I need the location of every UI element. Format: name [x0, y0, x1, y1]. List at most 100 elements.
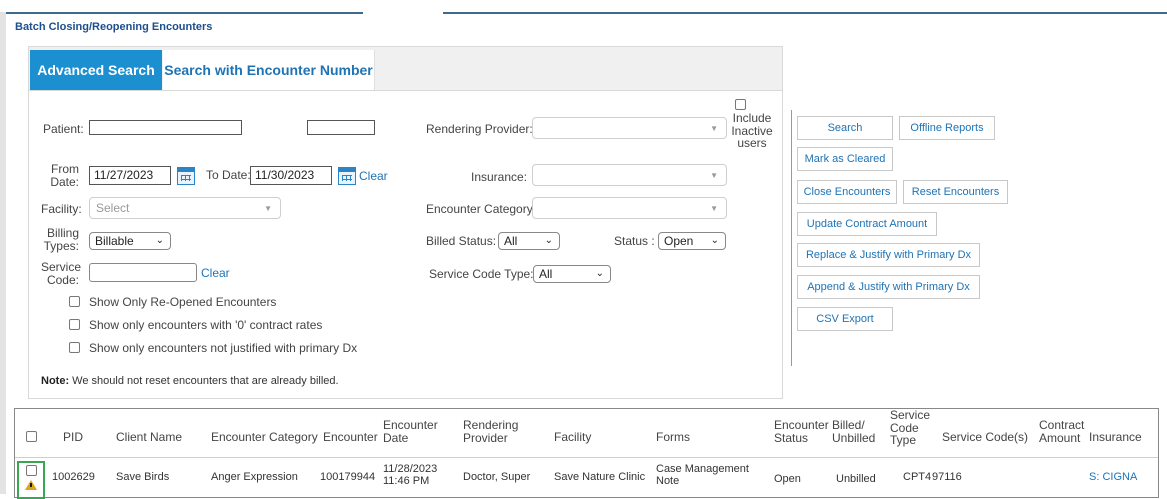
include-inactive-label: Include Inactive users [731, 111, 773, 151]
cell-encounter-date: 11/28/2023 11:46 PM [383, 463, 438, 488]
billed-status-value: All [504, 234, 518, 248]
insurance-label: Insurance: [471, 170, 528, 184]
facility-select[interactable]: Select ▼ [89, 197, 281, 219]
left-edge [0, 12, 6, 494]
reopened-only-label: Show Only Re-Opened Encounters [89, 295, 277, 309]
cell-pid: 1002629 [52, 471, 95, 483]
actions-divider [791, 110, 792, 366]
cell-facility: Save Nature Clinic [554, 471, 646, 483]
patient-id-input[interactable] [307, 120, 375, 135]
note-text: Note: We should not reset encounters tha… [41, 375, 339, 387]
cell-client-name[interactable]: Save Birds [116, 471, 169, 483]
cell-billed-unbilled: Unbilled [836, 473, 876, 485]
include-inactive-checkbox[interactable] [735, 99, 746, 110]
insurance-name: CIGNA [1099, 471, 1138, 483]
to-date-calendar-icon[interactable] [338, 167, 356, 185]
col-contract-amount[interactable]: Contract Amount [1039, 419, 1087, 444]
chevron-down-icon: ⌄ [710, 235, 719, 246]
col-rendering-provider[interactable]: Rendering Provider [463, 419, 523, 444]
note-body: We should not reset encounters that are … [69, 375, 339, 387]
billing-types-label: Billing Types: [43, 226, 79, 254]
col-encounter-category[interactable]: Encounter Category [211, 431, 318, 444]
reopened-only-checkbox[interactable] [69, 296, 80, 307]
replace-justify-button[interactable]: Replace & Justify with Primary Dx [797, 243, 980, 267]
service-code-type-label: Service Code Type: [429, 267, 534, 281]
top-divider-gap [363, 10, 443, 16]
cell-rendering-provider: Doctor, Super [463, 471, 531, 483]
patient-label: Patient: [43, 122, 84, 136]
facility-placeholder: Select [96, 201, 130, 215]
from-date-label: From Date: [50, 162, 79, 190]
col-encounter-status[interactable]: Encounter Status [774, 419, 832, 444]
col-billed-unbilled[interactable]: Billed/ Unbilled [832, 419, 878, 444]
cell-encounter[interactable]: 100179944 [320, 471, 375, 483]
append-justify-button[interactable]: Append & Justify with Primary Dx [797, 275, 980, 299]
col-facility[interactable]: Facility [554, 431, 591, 444]
service-code-type-select[interactable]: All ⌄ [533, 265, 611, 283]
insurance-prefix: S: [1089, 471, 1100, 483]
mark-as-cleared-button[interactable]: Mark as Cleared [797, 147, 893, 171]
search-tabs: Advanced Search Search with Encounter Nu… [29, 47, 782, 91]
header-divider [15, 457, 1158, 458]
tab-advanced-search[interactable]: Advanced Search [30, 50, 162, 90]
not-justified-checkbox[interactable] [69, 342, 80, 353]
col-pid[interactable]: PID [63, 431, 83, 444]
billing-types-value: Billable [95, 234, 134, 248]
col-forms[interactable]: Forms [656, 431, 690, 444]
row-checkbox[interactable] [26, 465, 37, 476]
close-encounters-button[interactable]: Close Encounters [797, 180, 897, 204]
from-date-input[interactable]: 11/27/2023 [89, 166, 171, 185]
csv-export-button[interactable]: CSV Export [797, 307, 893, 331]
caret-down-icon: ▼ [710, 204, 718, 213]
cell-encounter-status: Open [774, 473, 801, 485]
results-table: PID Client Name Encounter Category Encou… [14, 408, 1159, 499]
clear-dates-link[interactable]: Clear [359, 169, 388, 183]
status-value: Open [664, 234, 694, 248]
chevron-down-icon: ⌄ [155, 235, 164, 246]
billing-types-select[interactable]: Billable ⌄ [89, 232, 171, 250]
not-justified-label: Show only encounters not justified with … [89, 341, 358, 355]
select-all-checkbox[interactable] [26, 431, 37, 442]
tab-search-encounter-number[interactable]: Search with Encounter Number [163, 50, 375, 90]
col-encounter[interactable]: Encounter [323, 431, 378, 444]
status-label: Status : [614, 234, 655, 248]
note-label: Note: [41, 375, 70, 387]
chevron-down-icon: ⌄ [595, 268, 604, 279]
to-date-input[interactable]: 11/30/2023 [250, 166, 332, 185]
billed-status-select[interactable]: All ⌄ [498, 232, 560, 250]
insurance-select[interactable]: ▼ [532, 164, 727, 186]
col-service-code-type[interactable]: Service Code Type [890, 409, 934, 447]
col-insurance[interactable]: Insurance [1089, 431, 1142, 444]
update-contract-amount-button[interactable]: Update Contract Amount [797, 212, 937, 236]
col-client-name[interactable]: Client Name [116, 431, 182, 444]
top-divider [0, 12, 1167, 14]
encounter-category-label: Encounter Category: [426, 202, 537, 216]
chevron-down-icon: ⌄ [544, 235, 553, 246]
cell-insurance[interactable]: S: CIGNA [1089, 471, 1137, 483]
rendering-provider-label: Rendering Provider: [426, 122, 533, 136]
to-date-label: To Date: [206, 168, 251, 182]
service-code-label: Service Code: [41, 260, 82, 288]
service-code-input[interactable] [89, 263, 197, 282]
reset-encounters-button[interactable]: Reset Encounters [903, 180, 1008, 204]
zero-contract-label: Show only encounters with '0' contract r… [89, 318, 323, 332]
rendering-provider-select[interactable]: ▼ [532, 117, 727, 139]
zero-contract-checkbox[interactable] [69, 319, 80, 330]
cell-forms: Case Management Note [656, 463, 749, 488]
patient-input[interactable] [89, 120, 242, 135]
page-title: Batch Closing/Reopening Encounters [15, 21, 213, 33]
search-button[interactable]: Search [797, 116, 893, 140]
status-select[interactable]: Open ⌄ [658, 232, 726, 250]
facility-label: Facility: [41, 202, 82, 216]
from-date-calendar-icon[interactable] [177, 167, 195, 185]
cell-service-codes: 97116 [932, 471, 962, 483]
col-service-codes[interactable]: Service Code(s) [942, 431, 1028, 444]
encounter-category-select[interactable]: ▼ [532, 197, 727, 219]
caret-down-icon: ▼ [710, 124, 718, 133]
billed-status-label: Billed Status: [426, 234, 497, 248]
caret-down-icon: ▼ [264, 204, 272, 213]
col-encounter-date[interactable]: Encounter Date [383, 419, 443, 444]
clear-service-code-link[interactable]: Clear [201, 266, 230, 280]
caret-down-icon: ▼ [710, 171, 718, 180]
offline-reports-button[interactable]: Offline Reports [899, 116, 995, 140]
